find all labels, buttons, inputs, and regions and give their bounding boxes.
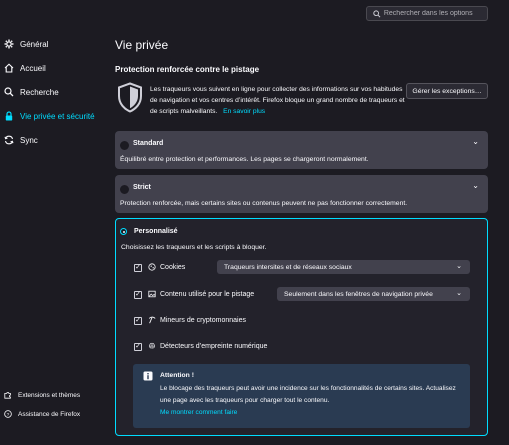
warning-text: Le blocage des traqueurs peut avoir une …	[160, 385, 456, 404]
svg-text:?: ?	[7, 412, 10, 418]
help-icon: ?	[4, 410, 12, 418]
gear-icon	[4, 39, 14, 49]
chevron-down-icon: ⌄	[456, 263, 462, 270]
option-description: Protection renforcée, mais certains site…	[120, 200, 408, 207]
option-description: Choisissez les traqueurs et les scripts …	[121, 244, 267, 251]
content-row: Contenu utilisé pour le pistage	[148, 290, 254, 298]
fingerprinters-label: Détecteurs d’empreinte numérique	[160, 342, 268, 350]
home-icon	[4, 63, 14, 73]
chevron-down-icon[interactable]: ⌄	[472, 137, 479, 146]
section-title: Protection renforcée contre le pistage	[115, 65, 260, 74]
search-input[interactable]	[383, 10, 487, 17]
fingerprinters-checkbox[interactable]: ✓	[134, 343, 142, 351]
cookies-row: Cookies	[148, 263, 185, 271]
image-icon	[148, 290, 156, 298]
cryptominers-checkbox[interactable]: ✓	[134, 317, 142, 325]
chevron-down-icon[interactable]: ⌄	[472, 181, 479, 190]
content-label: Contenu utilisé pour le pistage	[160, 290, 255, 298]
search-icon	[4, 87, 14, 97]
sync-icon	[4, 135, 14, 145]
page-title: Vie privée	[115, 38, 169, 52]
option-strict[interactable]: Strict ⌄ Protection renforcée, mais cert…	[115, 175, 488, 213]
sidebar-item-privacy[interactable]: Vie privée et sécurité	[0, 107, 114, 125]
sidebar-item-label: Accueil	[20, 63, 46, 73]
option-title: Personnalisé	[134, 228, 178, 235]
strict-radio[interactable]	[120, 185, 129, 194]
option-title: Strict	[133, 184, 151, 191]
sidebar-item-search[interactable]: Recherche	[0, 83, 114, 101]
sidebar-item-home[interactable]: Accueil	[0, 59, 114, 77]
sidebar-item-label: Vie privée et sécurité	[20, 111, 95, 121]
show-me-how-link[interactable]: Me montrer comment faire	[160, 409, 237, 416]
search-icon	[373, 9, 381, 17]
chevron-down-icon: ⌄	[456, 290, 462, 297]
cookies-label: Cookies	[160, 263, 186, 271]
content-checkbox[interactable]: ✓	[134, 291, 142, 299]
sidebar-item-label: Recherche	[20, 87, 59, 97]
sidebar-item-label: Extensions et thèmes	[18, 391, 81, 399]
sidebar-item-label: Général	[20, 39, 49, 49]
fingerprint-icon	[149, 342, 155, 349]
search-box[interactable]	[366, 6, 488, 21]
fingerprinters-row: Détecteurs d’empreinte numérique	[148, 342, 267, 350]
shield-icon	[118, 82, 142, 113]
warning-box: Attention ! Le blocage des traqueurs peu…	[133, 364, 470, 428]
manage-exceptions-button[interactable]: Gérer les exceptions…	[406, 83, 488, 99]
option-standard[interactable]: Standard ⌄ Équilibré entre protection et…	[115, 131, 488, 169]
info-icon	[143, 371, 153, 381]
cryptominers-label: Mineurs de cryptomonnaies	[160, 316, 246, 324]
description-text: Les traqueurs vous suivent en ligne pour…	[150, 86, 405, 115]
select-value: Seulement dans les fenêtres de navigatio…	[284, 290, 433, 298]
tracking-description: Les traqueurs vous suivent en ligne pour…	[150, 84, 408, 117]
sidebar-help-link[interactable]: ? Assistance de Firefox	[0, 407, 80, 421]
puzzle-icon	[4, 392, 11, 399]
content-select[interactable]: Seulement dans les fenêtres de navigatio…	[277, 287, 470, 301]
sidebar-item-general[interactable]: Général	[0, 35, 114, 53]
option-description: Équilibré entre protection et performanc…	[120, 156, 369, 163]
warning-title: Attention !	[160, 372, 194, 379]
sidebar-item-label: Assistance de Firefox	[18, 410, 81, 418]
lock-icon	[5, 111, 13, 121]
sidebar-extensions-link[interactable]: Extensions et thèmes	[0, 388, 80, 402]
cookies-checkbox[interactable]: ✓	[134, 264, 142, 272]
cryptominers-row: Mineurs de cryptomonnaies	[148, 316, 246, 324]
cookies-select[interactable]: Traqueurs intersites et de réseaux socia…	[217, 260, 470, 274]
option-title: Standard	[133, 140, 164, 147]
sidebar-item-sync[interactable]: Sync	[0, 131, 114, 149]
cookie-icon	[148, 263, 156, 271]
standard-radio[interactable]	[120, 141, 129, 150]
option-custom[interactable]: Personnalisé Choisissez les traqueurs et…	[115, 218, 488, 436]
learn-more-link[interactable]: En savoir plus	[223, 108, 265, 115]
custom-radio[interactable]	[120, 228, 127, 235]
sidebar-item-label: Sync	[20, 135, 38, 145]
select-value: Traqueurs intersites et de réseaux socia…	[224, 263, 352, 271]
pickaxe-icon	[148, 316, 156, 324]
